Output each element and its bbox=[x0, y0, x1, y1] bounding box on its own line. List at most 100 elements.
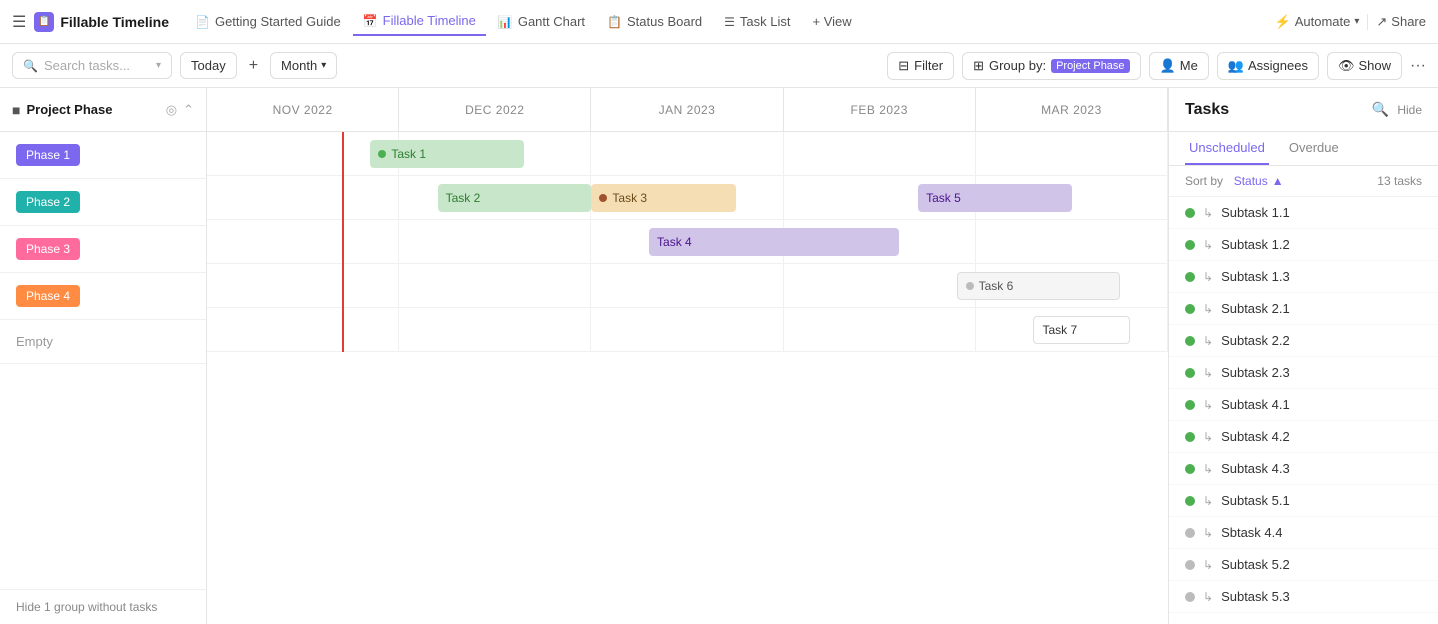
task-status-dot bbox=[1185, 496, 1195, 506]
task-list-item[interactable]: ↳Subtask 1.1 bbox=[1169, 197, 1438, 229]
timeline-row-phase3: Task 4 bbox=[207, 220, 1168, 264]
share-button[interactable]: ↗ Share bbox=[1376, 14, 1426, 30]
task-item-name: Subtask 2.3 bbox=[1221, 365, 1290, 380]
more-options-button[interactable]: ··· bbox=[1410, 57, 1426, 75]
group-phase3[interactable]: Phase 3 bbox=[0, 226, 206, 273]
month-nov2022: NOV 2022 bbox=[207, 88, 399, 131]
automate-dropdown-icon: ▾ bbox=[1354, 16, 1359, 27]
menu-icon[interactable]: ☰ bbox=[12, 12, 26, 32]
task-list-item[interactable]: ↳Subtask 2.3 bbox=[1169, 357, 1438, 389]
tab-task-list[interactable]: ☰ Task List bbox=[714, 8, 800, 35]
toolbar-right: ⊟ Filter ⊞ Group by: Project Phase 👤 Me … bbox=[887, 52, 1426, 80]
cell-nov-p4 bbox=[207, 264, 399, 307]
search-box[interactable]: 🔍 Search tasks... ▾ bbox=[12, 52, 172, 79]
task-bar-task7[interactable]: Task 7 bbox=[1033, 316, 1129, 344]
tasks-list: ↳Subtask 1.1↳Subtask 1.2↳Subtask 1.3↳Sub… bbox=[1169, 197, 1438, 624]
app-icon: 📋 bbox=[34, 12, 54, 32]
task-bar-task2[interactable]: Task 2 bbox=[438, 184, 592, 212]
cell-feb-empty bbox=[784, 308, 976, 351]
month-feb2023: FEB 2023 bbox=[784, 88, 976, 131]
cell-feb-p4 bbox=[784, 264, 976, 307]
hide-groups-footer[interactable]: Hide 1 group without tasks bbox=[0, 589, 206, 624]
task-list-item[interactable]: ↳Subtask 1.2 bbox=[1169, 229, 1438, 261]
cell-nov-p3 bbox=[207, 220, 399, 263]
task-bar-task6[interactable]: Task 6 bbox=[957, 272, 1120, 300]
task-item-name: Subtask 1.1 bbox=[1221, 205, 1290, 220]
group-phase4[interactable]: Phase 4 bbox=[0, 273, 206, 320]
phase3-tag[interactable]: Phase 3 bbox=[16, 238, 80, 260]
task-bar-task4[interactable]: Task 4 bbox=[649, 228, 899, 256]
tab-getting-started[interactable]: 📄 Getting Started Guide bbox=[185, 8, 351, 35]
task-list-item[interactable]: ↳Sbtask 4.4 bbox=[1169, 517, 1438, 549]
task-list-item[interactable]: ↳Subtask 1.3 bbox=[1169, 261, 1438, 293]
month-button[interactable]: Month ▾ bbox=[270, 52, 337, 79]
task-bar-task5[interactable]: Task 5 bbox=[918, 184, 1072, 212]
subtask-icon: ↳ bbox=[1203, 398, 1213, 412]
task-list-item[interactable]: ↳Subtask 4.2 bbox=[1169, 421, 1438, 453]
phase2-tag[interactable]: Phase 2 bbox=[16, 191, 80, 213]
tasks-panel-actions: 🔍 Hide bbox=[1372, 101, 1422, 118]
subtask-icon: ↳ bbox=[1203, 462, 1213, 476]
automate-button[interactable]: ⚡ Automate ▾ bbox=[1275, 14, 1360, 30]
tab-unscheduled[interactable]: Unscheduled bbox=[1185, 132, 1269, 165]
tab-gantt-chart[interactable]: 📊 Gantt Chart bbox=[488, 8, 595, 35]
group-by-button[interactable]: ⊞ Group by: Project Phase bbox=[962, 52, 1140, 80]
tab-overdue[interactable]: Overdue bbox=[1285, 132, 1343, 165]
task-status-dot bbox=[1185, 304, 1195, 314]
task-status-dot bbox=[1185, 560, 1195, 570]
group-phase1[interactable]: Phase 1 bbox=[0, 132, 206, 179]
task-list-item[interactable]: ↳Subtask 4.3 bbox=[1169, 453, 1438, 485]
subtask-icon: ↳ bbox=[1203, 334, 1213, 348]
timeline-row-phase1: Task 1 bbox=[207, 132, 1168, 176]
task-list-item[interactable]: ↳Subtask 2.2 bbox=[1169, 325, 1438, 357]
phase1-tag[interactable]: Phase 1 bbox=[16, 144, 80, 166]
group-by-tag: Project Phase bbox=[1051, 59, 1129, 73]
task1-label: Task 1 bbox=[391, 147, 426, 161]
sort-value[interactable]: Status ▲ bbox=[1226, 174, 1283, 188]
filter-button[interactable]: ⊟ Filter bbox=[887, 52, 954, 80]
show-button[interactable]: 👁 Show bbox=[1327, 52, 1402, 80]
task3-dot bbox=[599, 194, 607, 202]
task-list-item[interactable]: ↳ Subtask 4.1 bbox=[1169, 389, 1438, 421]
phase4-tag[interactable]: Phase 4 bbox=[16, 285, 80, 307]
task-list-item[interactable]: ↳Subtask 5.1 bbox=[1169, 485, 1438, 517]
tasks-hide-button[interactable]: Hide bbox=[1397, 103, 1422, 117]
cell-nov-empty bbox=[207, 308, 399, 351]
timeline-row-phase4: Task 6 bbox=[207, 264, 1168, 308]
filter-icon: ⊟ bbox=[898, 58, 909, 74]
subtask-icon: ↳ bbox=[1203, 302, 1213, 316]
task-bar-task1[interactable]: Task 1 bbox=[370, 140, 524, 168]
timeline-body: Task 1 Task 2 bbox=[207, 132, 1168, 624]
tasks-search-icon[interactable]: 🔍 bbox=[1372, 101, 1389, 118]
tab-fillable-timeline[interactable]: 📅 Fillable Timeline bbox=[353, 7, 486, 36]
cell-jan-p4 bbox=[591, 264, 783, 307]
sort-asc-icon: ▲ bbox=[1272, 174, 1284, 188]
hide-icon[interactable]: ◎ bbox=[166, 102, 177, 118]
board-icon: 📋 bbox=[607, 15, 622, 29]
me-button[interactable]: 👤 Me bbox=[1149, 52, 1209, 80]
task-list-item[interactable]: ↳Subtask 2.1 bbox=[1169, 293, 1438, 325]
group-phase2[interactable]: Phase 2 bbox=[0, 179, 206, 226]
task6-label: Task 6 bbox=[979, 279, 1014, 293]
add-button[interactable]: + bbox=[245, 57, 262, 75]
timeline-header: NOV 2022 DEC 2022 JAN 2023 FEB 2023 MAR … bbox=[207, 88, 1168, 132]
cell-jan-p1 bbox=[591, 132, 783, 175]
task-item-name: Subtask 1.2 bbox=[1221, 237, 1290, 252]
sort-label: Sort by Status ▲ bbox=[1185, 174, 1284, 188]
tab-status-board[interactable]: 📋 Status Board bbox=[597, 8, 712, 35]
task-list-item[interactable]: ↳Subtask 5.2 bbox=[1169, 549, 1438, 581]
today-button[interactable]: Today bbox=[180, 52, 237, 79]
group-empty: Empty bbox=[0, 320, 206, 364]
collapse-icon[interactable]: ⌃ bbox=[183, 102, 194, 118]
task-list-item[interactable]: ↳Subtask 5.3 bbox=[1169, 581, 1438, 613]
tasks-panel-header: Tasks 🔍 Hide bbox=[1169, 88, 1438, 132]
tab-add-view[interactable]: + View bbox=[802, 8, 861, 35]
search-icon: 🔍 bbox=[23, 59, 38, 73]
subtask-icon: ↳ bbox=[1203, 430, 1213, 444]
cell-nov-p2 bbox=[207, 176, 399, 219]
task2-label: Task 2 bbox=[446, 191, 481, 205]
assignees-button[interactable]: 👥 Assignees bbox=[1217, 52, 1319, 80]
task-bar-task3[interactable]: Task 3 bbox=[591, 184, 735, 212]
task-item-name: Subtask 4.1 bbox=[1221, 397, 1290, 412]
search-placeholder: Search tasks... bbox=[44, 58, 130, 73]
